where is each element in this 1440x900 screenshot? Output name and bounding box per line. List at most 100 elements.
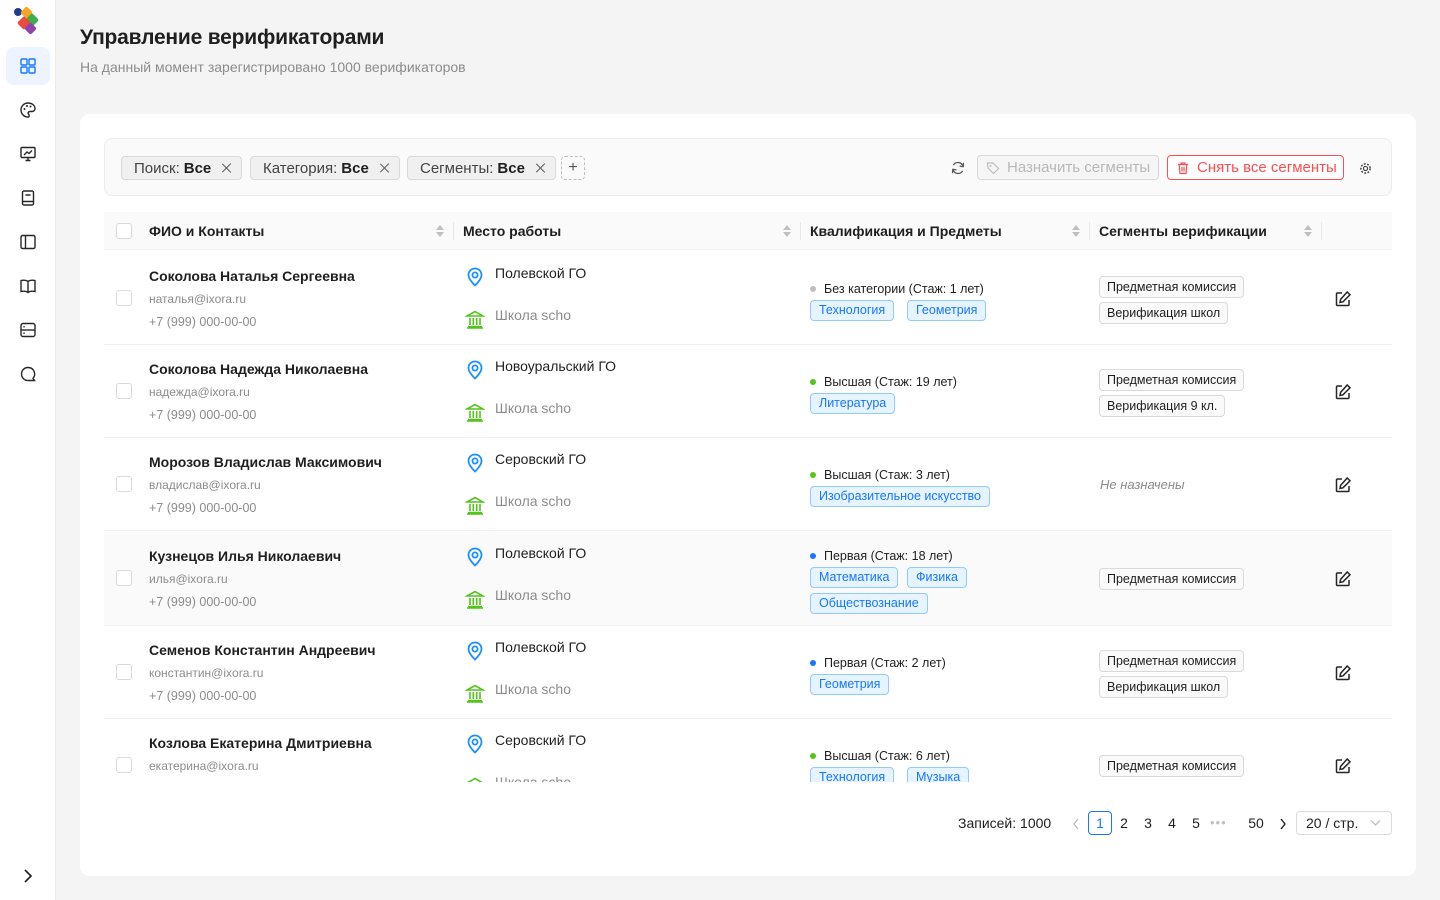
tag-icon [986,161,1000,174]
row-checkbox[interactable] [116,382,132,399]
row-checkbox[interactable] [116,756,132,773]
segment-tag: Предметная комиссия [1099,567,1245,590]
verifier-phone: +7 (999) 000-00-00 [149,500,257,515]
remove-all-segments-label: Снять все сегменты [1197,159,1337,176]
edit-icon[interactable] [1334,664,1352,682]
settings-button[interactable] [1355,158,1375,178]
page-size-select[interactable]: 20 / стр. [1296,811,1392,835]
segment-tag: Верификация 9 кл. [1099,394,1226,417]
row-checkbox[interactable] [116,475,132,492]
verifiers-card: Поиск: Все Категория: Все Сегменты: Все … [80,114,1416,876]
segment-tag: Предметная комиссия [1099,754,1245,777]
qualification: Высшая (Стаж: 6 лет) [810,749,950,763]
location-pin-icon [467,453,483,473]
prev-page-button[interactable] [1067,814,1085,834]
sidebar-nav-button[interactable] [6,267,50,305]
edit-icon[interactable] [1334,290,1352,308]
remove-all-segments-button[interactable]: Снять все сегменты [1167,155,1344,180]
close-icon[interactable] [221,162,233,174]
page-last[interactable]: 50 [1244,811,1268,835]
school-building-icon [466,777,484,782]
close-icon[interactable] [379,162,391,174]
workplace-school: Школа scho [495,586,572,603]
next-page-button[interactable] [1274,814,1292,834]
column-header-name[interactable]: ФИО и Контакты [149,212,264,250]
sidebar-nav-button[interactable] [6,47,50,85]
edit-icon[interactable] [1334,383,1352,401]
page-5[interactable]: 5 [1184,811,1208,835]
page-4[interactable]: 4 [1160,811,1184,835]
sidebar-nav-button[interactable] [6,179,50,217]
qualification-text: Высшая (Стаж: 19 лет) [824,374,957,389]
ixora-logo-icon[interactable] [12,7,42,37]
verifier-name: Соколова Надежда Николаевна [149,360,368,377]
row-checkbox[interactable] [116,289,132,306]
chevron-left-icon [1073,818,1079,830]
add-filter-button[interactable]: + [561,156,585,180]
table-row[interactable]: Соколова Наталья Сергеевна наталья@ixora.… [104,252,1392,345]
workplace-school: Школа scho [495,399,572,416]
filter-chip-label: Сегменты: [420,159,494,177]
school-building-icon [465,590,485,609]
page-title: Управление верификаторами [80,26,385,49]
column-header-qualification[interactable]: Квалификация и Предметы [810,212,1002,250]
segments-empty: Не назначены [1100,476,1185,492]
close-icon[interactable] [535,162,547,174]
edit-icon[interactable] [1334,476,1352,494]
school-building-icon [465,496,485,515]
status-dot [810,285,816,292]
sort-icon[interactable] [1071,224,1081,238]
edit-icon[interactable] [1334,757,1352,775]
pagination-ellipsis[interactable]: ••• [1210,815,1227,830]
table-row[interactable]: Морозов Владислав Максимович владислав@ix… [104,438,1392,531]
table-row[interactable]: Семенов Константин Андреевич константин@i… [104,626,1392,719]
school-building-icon [465,310,485,329]
page-3[interactable]: 3 [1136,811,1160,835]
workplace-district: Полевской ГО [495,638,587,655]
filter-chip-segments[interactable]: Сегменты: Все [407,156,556,180]
workplace-school: Школа scho [495,773,572,783]
verifier-email: наталья@ixora.ru [149,291,247,306]
qualification-text: Высшая (Стаж: 6 лет) [824,748,950,763]
column-header-segments[interactable]: Сегменты верификации [1099,212,1267,250]
location-pin-icon [467,734,483,754]
sidebar-nav-button[interactable] [6,223,50,261]
workplace-school: Школа scho [495,680,572,697]
sidebar-nav-button[interactable] [6,91,50,129]
column-divider [800,222,801,240]
refresh-button[interactable] [947,157,969,179]
sidebar-collapse-button[interactable] [16,866,40,886]
subject-tag: Геометрия [907,299,987,321]
table-row[interactable]: Кузнецов Илья Николаевич илья@ixora.ru +7 … [104,531,1392,626]
table-row[interactable]: Соколова Надежда Николаевна надежда@ixora… [104,345,1392,438]
filter-chip-search[interactable]: Поиск: Все [121,156,243,180]
qualification: Высшая (Стаж: 3 лет) [810,468,950,482]
row-checkbox[interactable] [116,663,132,680]
filter-chip-value: Все [341,159,369,177]
page-1[interactable]: 1 [1088,811,1112,835]
chevron-right-icon [24,869,33,883]
filter-chip-category[interactable]: Категория: Все [250,156,400,180]
sidebar-nav-button[interactable] [6,311,50,349]
pagination: Записей: 1000 12345 ••• 50 20 / стр. [80,811,1416,837]
qualification-text: Без категории (Стаж: 1 лет) [824,281,984,296]
edit-icon[interactable] [1334,570,1352,588]
sort-icon[interactable] [782,224,792,238]
select-all-checkbox[interactable] [116,223,132,239]
sort-icon[interactable] [1303,224,1313,238]
table-row[interactable]: Козлова Екатерина Дмитриевна екатерина@ix… [104,719,1392,782]
column-header-workplace[interactable]: Место работы [463,212,561,250]
palette-icon [20,102,36,118]
sidebar-nav-button[interactable] [6,355,50,393]
segment-tag: Верификация школ [1099,675,1229,698]
gear-icon [1359,162,1371,174]
qualification: Первая (Стаж: 18 лет) [810,549,953,563]
page-2[interactable]: 2 [1112,811,1136,835]
sort-icon[interactable] [435,224,445,238]
filter-chip-value: Все [183,159,212,177]
sidebar-nav-button[interactable] [6,135,50,173]
location-pin-icon [467,267,483,287]
row-checkbox[interactable] [116,569,132,586]
assign-segments-button[interactable]: Назначить сегменты [977,155,1159,180]
segment-tag: Предметная комиссия [1099,649,1245,672]
